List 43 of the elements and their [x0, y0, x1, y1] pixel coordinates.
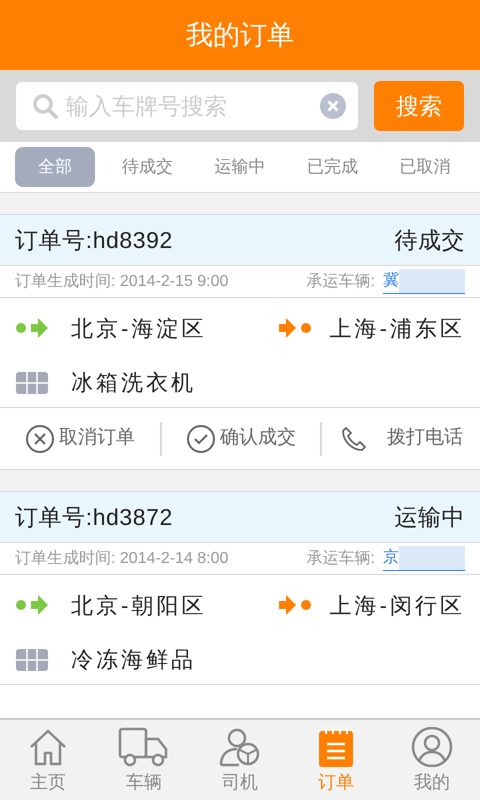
order-status: 待成交: [394, 226, 465, 255]
vehicle-label: 承运车辆:: [306, 548, 375, 568]
nav-item[interactable]: 订单: [288, 720, 384, 800]
destination-city: 上海-浦东区: [330, 314, 465, 342]
truck-icon: [118, 727, 170, 767]
filter-tab[interactable]: 已完成: [292, 147, 372, 187]
origin-icon: [15, 594, 49, 616]
page-title: 我的订单: [186, 18, 294, 52]
vehicle-label: 承运车辆:: [306, 272, 375, 292]
action-button[interactable]: 拨打电话: [339, 424, 463, 454]
goods-name: 冷冻海鲜品: [71, 646, 196, 674]
destination-icon: [278, 317, 312, 339]
order-number: 订单号:hd3872: [15, 502, 173, 532]
filter-tab[interactable]: 全部: [15, 147, 95, 187]
goods-name: 冰箱洗衣机: [71, 369, 196, 397]
origin-icon: [15, 317, 49, 339]
close-icon: [25, 424, 55, 454]
driver-icon: [219, 727, 261, 767]
nav-item[interactable]: 司机: [192, 720, 288, 800]
search-button[interactable]: 搜索: [374, 81, 464, 131]
order-time: 订单生成时间: 2014-2-14 8:00: [15, 548, 228, 568]
nav-item[interactable]: 我的: [384, 720, 480, 800]
user-icon: [411, 727, 453, 767]
order-time: 订单生成时间: 2014-2-15 9:00: [15, 272, 228, 292]
order-number: 订单号:hd8392: [15, 226, 173, 255]
grid-icon: [15, 648, 49, 670]
filter-tab[interactable]: 运输中: [200, 147, 280, 187]
destination-city: 上海-闵行区: [330, 592, 465, 620]
order-status: 运输中: [394, 502, 465, 532]
clear-icon[interactable]: [320, 93, 346, 119]
nav-item[interactable]: 车辆: [96, 720, 192, 800]
nav-item[interactable]: 主页: [0, 720, 96, 800]
destination-icon: [278, 594, 312, 616]
grid-icon: [15, 372, 49, 394]
origin-city: 北京-海淀区: [71, 314, 206, 342]
action-button[interactable]: 取消订单: [25, 424, 135, 454]
action-button[interactable]: 确认成交: [186, 424, 296, 454]
origin-city: 北京-朝阳区: [71, 592, 206, 620]
filter-tab[interactable]: 已取消: [385, 147, 465, 187]
search-icon: [32, 93, 58, 119]
checkmark-icon: [186, 424, 216, 454]
notepad-icon: [318, 727, 354, 767]
filter-tab[interactable]: 待成交: [108, 147, 188, 187]
